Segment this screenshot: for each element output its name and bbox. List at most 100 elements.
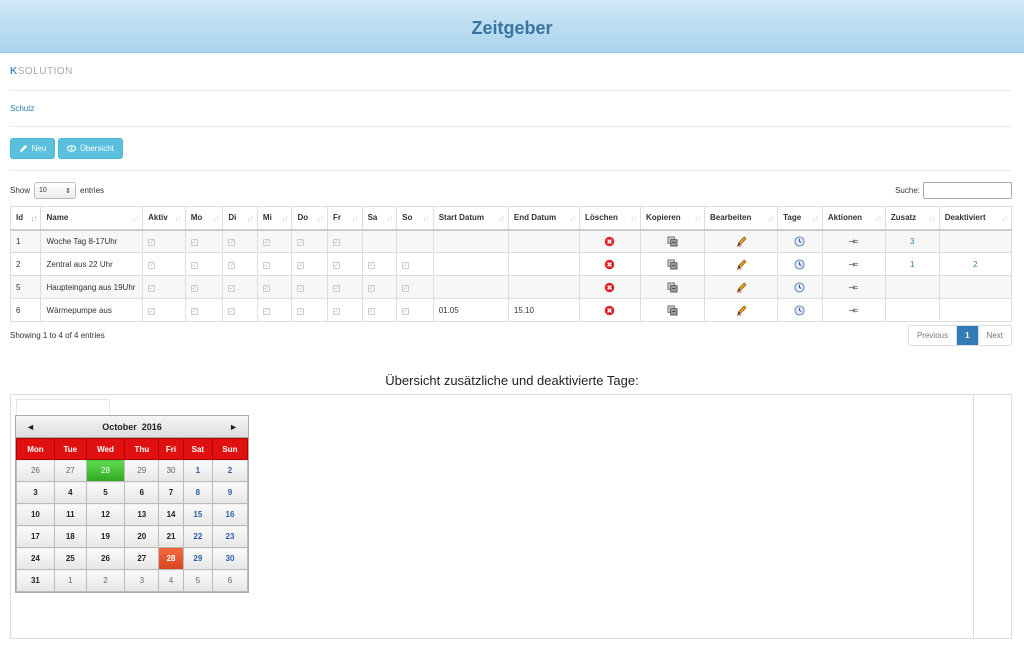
next-month-icon[interactable]: ► [229,422,238,432]
delete-button[interactable] [579,275,641,299]
calendar-day[interactable]: 5 [85,481,126,504]
column-header[interactable]: Bearbeiten ↓↑ [703,206,779,231]
days-button[interactable] [777,298,823,322]
calendar-day[interactable]: 4 [53,481,87,504]
calendar-day[interactable]: 27 [124,547,160,570]
actions-button[interactable] [821,252,886,276]
calendar-day[interactable]: 29 [124,459,160,482]
breadcrumb-link[interactable]: Schutz [10,104,34,113]
calendar-day[interactable]: 1 [53,569,87,592]
column-header[interactable]: End Datum ↓↑ [507,206,581,231]
column-header[interactable]: Kopieren ↓↑ [639,206,705,231]
deactivated-days-link[interactable] [938,229,1013,253]
page-1-button[interactable]: 1 [957,326,979,345]
calendar-day[interactable]: 26 [85,547,126,570]
extra-days-link[interactable]: 3 [884,229,940,253]
calendar-day[interactable]: 9 [211,481,249,504]
calendar-day[interactable]: 26 [16,459,55,482]
extra-days-link[interactable]: 1 [884,252,940,276]
copy-button[interactable] [639,252,705,276]
calendar-day[interactable]: 1 [182,459,213,482]
delete-button[interactable] [579,252,641,276]
date-input[interactable] [16,399,110,415]
edit-button[interactable] [703,229,779,253]
calendar-day[interactable]: 17 [16,525,55,548]
calendar-day[interactable]: 12 [85,503,126,526]
column-header[interactable]: Mi ↓↑ [256,206,293,231]
calendar-day[interactable]: 4 [158,569,184,592]
entries-select[interactable]: 10 ⇕ [34,182,77,199]
edit-button[interactable] [703,252,779,276]
calendar-day[interactable]: 13 [124,503,160,526]
extra-days-link[interactable] [884,298,940,322]
calendar-day[interactable]: 28 [85,459,126,482]
days-button[interactable] [777,252,823,276]
calendar-day[interactable]: 24 [16,547,55,570]
prev-month-icon[interactable]: ◄ [26,422,35,432]
previous-button[interactable]: Previous [909,326,958,345]
calendar-day[interactable]: 15 [182,503,213,526]
calendar-day[interactable]: 30 [211,547,249,570]
edit-button[interactable] [703,298,779,322]
overview-button[interactable]: Übersicht [58,138,123,159]
actions-button[interactable] [821,275,886,299]
calendar-day[interactable]: 14 [158,503,184,526]
edit-button[interactable] [703,275,779,299]
calendar-day[interactable]: 31 [16,569,55,592]
search-input[interactable] [923,182,1012,199]
calendar-day[interactable]: 10 [16,503,55,526]
calendar-day[interactable]: 22 [182,525,213,548]
days-button[interactable] [777,229,823,253]
column-header[interactable]: Zusatz ↓↑ [884,206,940,231]
calendar-day[interactable]: 16 [211,503,249,526]
column-header[interactable]: Tage ↓↑ [777,206,823,231]
calendar-day[interactable]: 2 [211,459,249,482]
deactivated-days-link[interactable]: 2 [938,252,1013,276]
calendar-day[interactable]: 25 [53,547,87,570]
column-header[interactable]: Di ↓↑ [222,206,258,231]
column-header[interactable]: Deaktiviert ↓↑ [938,206,1013,231]
calendar-day[interactable]: 8 [182,481,213,504]
deactivated-days-link[interactable] [938,298,1013,322]
column-header[interactable]: Id ↓↑ [9,206,42,231]
actions-button[interactable] [821,298,886,322]
column-header[interactable]: Mo ↓↑ [184,206,224,231]
days-button[interactable] [777,275,823,299]
calendar-day[interactable]: 6 [124,481,160,504]
column-header[interactable]: Name ↓↑ [40,206,144,231]
next-button[interactable]: Next [979,326,1011,345]
column-header[interactable]: Aktiv ↓↑ [142,206,186,231]
column-header[interactable]: Sa ↓↑ [361,206,398,231]
calendar-day[interactable]: 20 [124,525,160,548]
column-header[interactable]: Aktionen ↓↑ [821,206,886,231]
calendar-day[interactable]: 18 [53,525,87,548]
actions-button[interactable] [821,229,886,253]
calendar-day[interactable]: 11 [53,503,87,526]
calendar-day[interactable]: 23 [211,525,249,548]
calendar-day[interactable]: 2 [85,569,126,592]
calendar-day[interactable]: 5 [182,569,213,592]
calendar-day[interactable]: 6 [211,569,249,592]
calendar-day[interactable]: 3 [124,569,160,592]
copy-button[interactable] [639,275,705,299]
calendar-day[interactable]: 30 [158,459,184,482]
column-header[interactable]: Fr ↓↑ [327,206,363,231]
calendar-day[interactable]: 29 [182,547,213,570]
copy-button[interactable] [639,229,705,253]
calendar-day[interactable]: 21 [158,525,184,548]
deactivated-days-link[interactable] [938,275,1013,299]
new-button[interactable]: Neu [10,138,55,159]
calendar-day[interactable]: 7 [158,481,184,504]
calendar-day[interactable]: 28 [158,547,184,570]
column-header[interactable]: Löschen ↓↑ [579,206,641,231]
extra-days-link[interactable] [884,275,940,299]
calendar-day[interactable]: 3 [16,481,55,504]
column-header[interactable]: So ↓↑ [396,206,434,231]
calendar-day[interactable]: 27 [53,459,87,482]
column-header[interactable]: Do ↓↑ [291,206,329,231]
delete-button[interactable] [579,229,641,253]
calendar-day[interactable]: 19 [85,525,126,548]
copy-button[interactable] [639,298,705,322]
column-header[interactable]: Start Datum ↓↑ [432,206,509,231]
delete-button[interactable] [579,298,641,322]
